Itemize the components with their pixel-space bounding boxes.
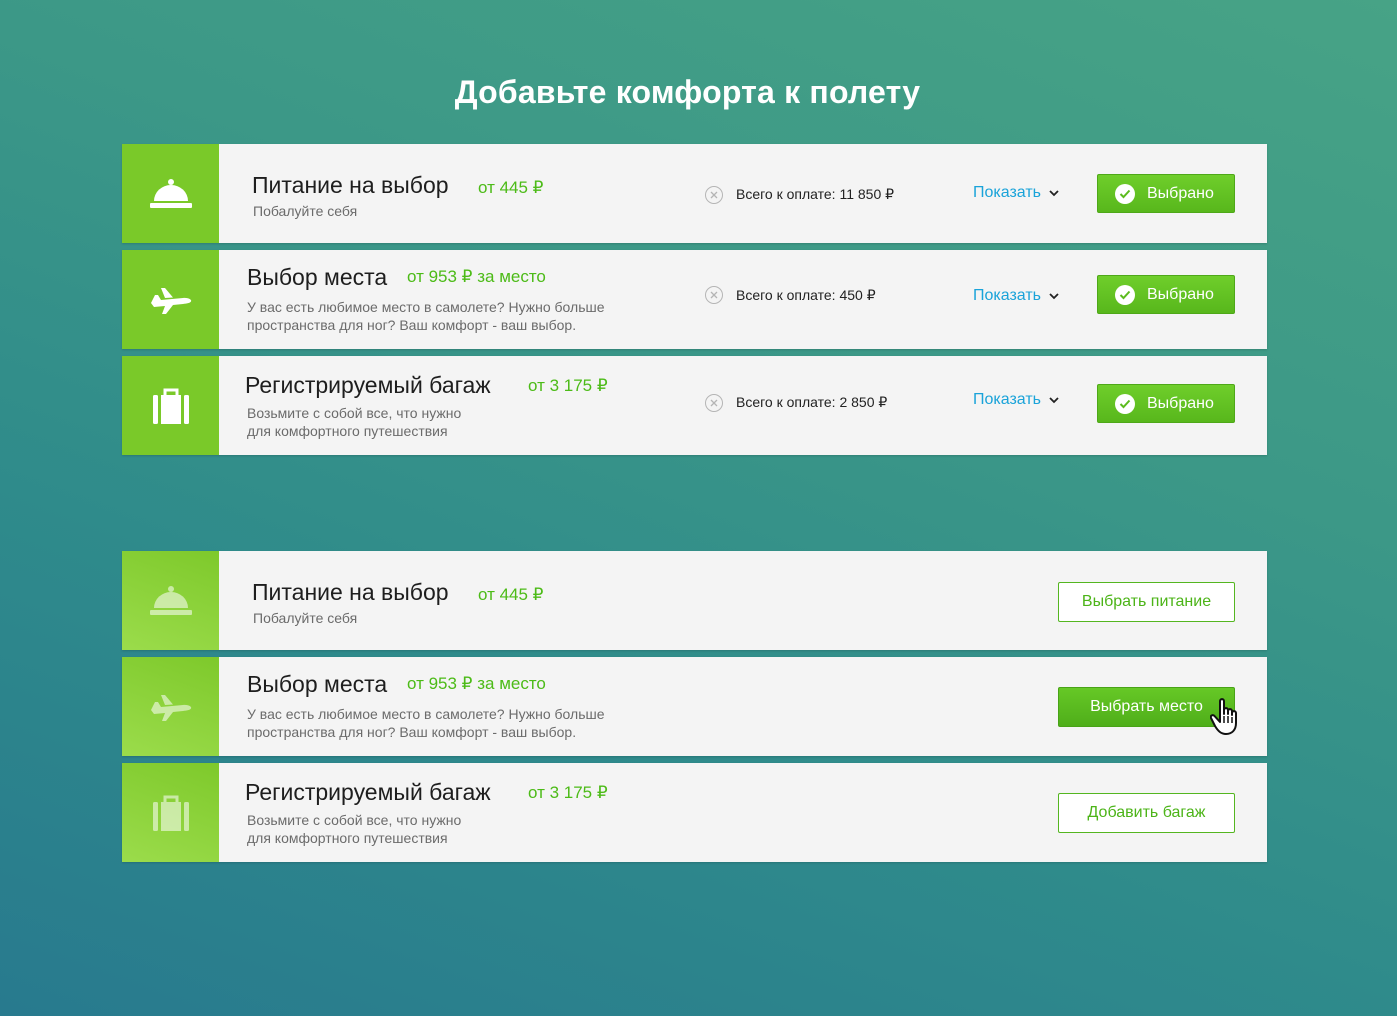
offer-card-food: Питание на выбор от 445 ₽ Побалуйте себя… bbox=[122, 551, 1267, 650]
selected-button-label: Выбрано bbox=[1147, 285, 1214, 303]
card-description: У вас есть любимое место в самолете? Нуж… bbox=[247, 706, 605, 740]
selected-card-food: Питание на выбор от 445 ₽ Побалуйте себя… bbox=[122, 144, 1267, 243]
card-description: Возьмите с собой все, что нужно для комф… bbox=[247, 812, 462, 846]
check-icon bbox=[1115, 183, 1135, 204]
card-title: Питание на выбор bbox=[252, 579, 449, 605]
card-title: Регистрируемый багаж bbox=[245, 372, 491, 398]
total-amount: Всего к оплате: 11 850 ₽ bbox=[736, 186, 895, 202]
check-icon bbox=[1115, 284, 1135, 305]
offer-card-baggage: Регистрируемый багаж от 3 175 ₽ Возьмите… bbox=[122, 763, 1267, 862]
cancel-icon[interactable] bbox=[705, 286, 723, 304]
selected-button[interactable]: Выбрано bbox=[1097, 275, 1235, 314]
airplane-icon bbox=[150, 694, 191, 721]
selected-button-label: Выбрано bbox=[1147, 394, 1214, 412]
card-price: от 3 175 ₽ bbox=[528, 783, 608, 802]
card-description: Побалуйте себя bbox=[253, 610, 358, 626]
suitcase-icon bbox=[152, 795, 189, 831]
card-description: Побалуйте себя bbox=[253, 203, 358, 219]
offer-card-seat: Выбор места от 953 ₽ за место У вас есть… bbox=[122, 657, 1267, 756]
selected-card-seat: Выбор места от 953 ₽ за место У вас есть… bbox=[122, 250, 1267, 349]
card-price: от 953 ₽ за место bbox=[407, 674, 546, 693]
card-title: Регистрируемый багаж bbox=[245, 779, 491, 805]
card-icon-panel bbox=[122, 657, 219, 756]
choose-food-button[interactable]: Выбрать питание bbox=[1058, 582, 1235, 622]
card-icon-panel bbox=[122, 763, 219, 862]
airplane-icon bbox=[150, 287, 191, 314]
card-price: от 445 ₽ bbox=[478, 585, 544, 604]
hand-cursor-icon bbox=[1210, 698, 1237, 735]
selected-button[interactable]: Выбрано bbox=[1097, 384, 1235, 423]
total-amount: Всего к оплате: 450 ₽ bbox=[736, 287, 876, 303]
card-price: от 3 175 ₽ bbox=[528, 376, 608, 395]
add-baggage-button[interactable]: Добавить багаж bbox=[1058, 793, 1235, 833]
card-title: Выбор места bbox=[247, 671, 388, 697]
cancel-icon[interactable] bbox=[705, 186, 723, 204]
card-title: Выбор места bbox=[247, 264, 388, 290]
selected-button-label: Выбрано bbox=[1147, 184, 1214, 202]
chevron-down-icon bbox=[1049, 292, 1059, 299]
page-title: Добавьте комфорта к полету bbox=[454, 74, 921, 110]
card-icon-panel bbox=[122, 356, 219, 455]
card-title: Питание на выбор bbox=[252, 172, 449, 198]
card-icon-panel bbox=[122, 551, 219, 650]
show-details-link[interactable]: Показать bbox=[973, 287, 1059, 305]
show-label: Показать bbox=[973, 287, 1042, 304]
show-label: Показать bbox=[973, 184, 1042, 201]
choose-seat-button[interactable]: Выбрать место bbox=[1058, 687, 1235, 727]
chevron-down-icon bbox=[1049, 396, 1059, 403]
cloche-icon bbox=[149, 178, 192, 208]
selected-card-baggage: Регистрируемый багаж от 3 175 ₽ Возьмите… bbox=[122, 356, 1267, 455]
total-amount: Всего к оплате: 2 850 ₽ bbox=[736, 394, 888, 410]
check-icon bbox=[1115, 393, 1135, 414]
card-price: от 445 ₽ bbox=[478, 178, 544, 197]
card-description: Возьмите с собой все, что нужно для комф… bbox=[247, 405, 462, 439]
show-details-link[interactable]: Показать bbox=[973, 391, 1059, 409]
show-label: Показать bbox=[973, 391, 1042, 408]
card-icon-panel bbox=[122, 144, 219, 243]
cancel-icon[interactable] bbox=[705, 394, 723, 412]
show-details-link[interactable]: Показать bbox=[973, 184, 1059, 202]
chevron-down-icon bbox=[1049, 189, 1059, 196]
suitcase-icon bbox=[152, 388, 189, 424]
selected-button[interactable]: Выбрано bbox=[1097, 174, 1235, 213]
card-price: от 953 ₽ за место bbox=[407, 267, 546, 286]
card-icon-panel bbox=[122, 250, 219, 349]
card-description: У вас есть любимое место в самолете? Нуж… bbox=[247, 299, 605, 333]
cloche-icon bbox=[149, 585, 192, 615]
